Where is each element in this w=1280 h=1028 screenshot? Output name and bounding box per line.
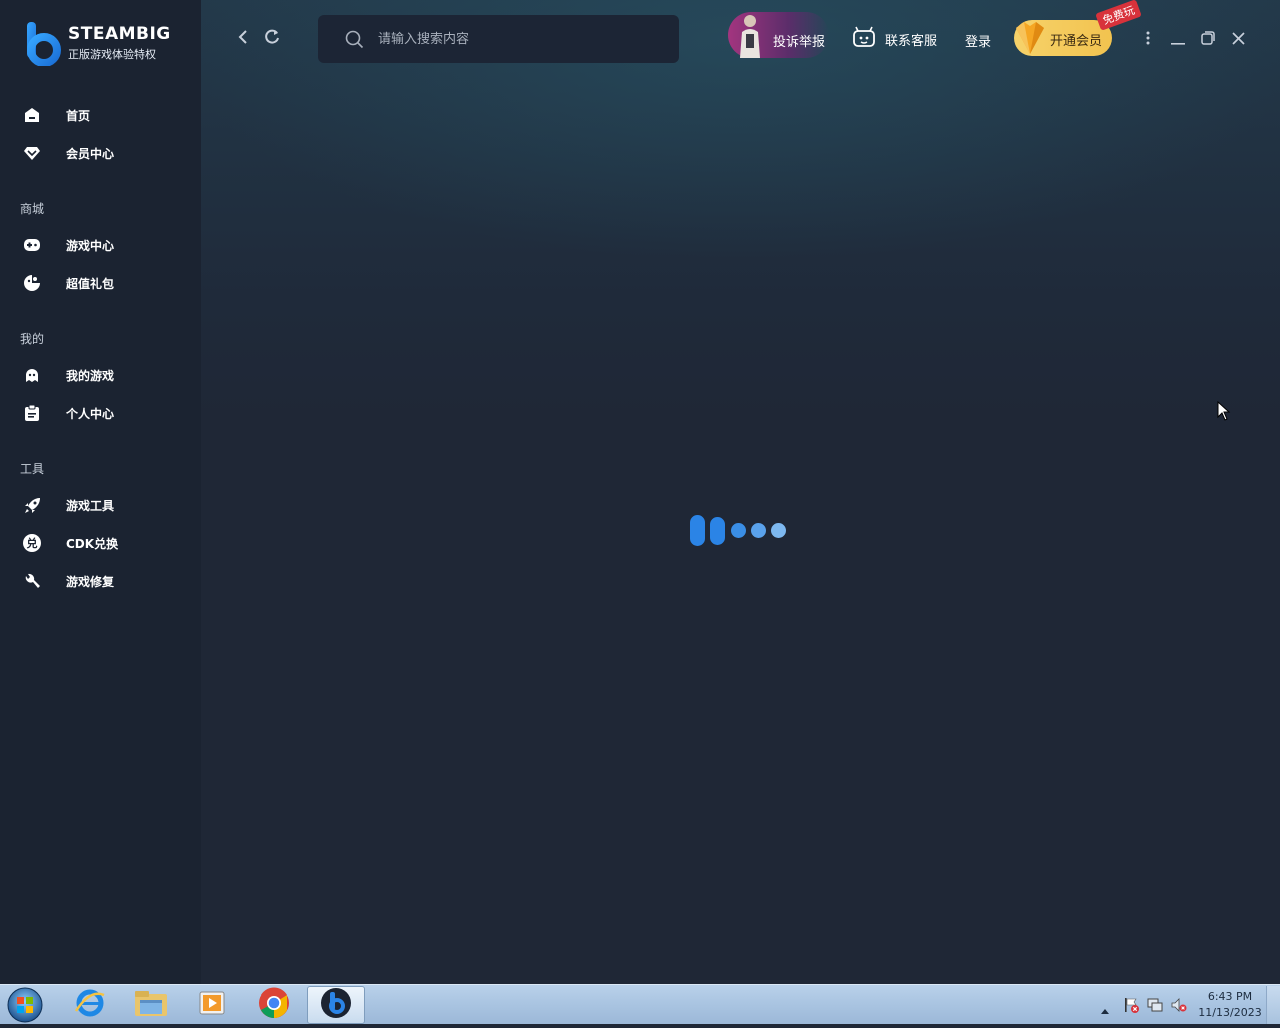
- sidebar-item-label: 个人中心: [66, 406, 115, 421]
- ie-icon: [74, 987, 106, 1023]
- chevron-left-icon: [237, 29, 249, 49]
- refresh-button[interactable]: [261, 28, 283, 50]
- sidebar-item-label: 首页: [66, 108, 91, 123]
- start-button[interactable]: [5, 986, 47, 1024]
- sidebar-item-label: 超值礼包: [66, 276, 115, 291]
- clock-time: 6:43 PM: [1207, 990, 1253, 1003]
- loading-indicator: [690, 515, 790, 547]
- loader-bar: [690, 515, 705, 546]
- restore-icon: [1201, 30, 1215, 49]
- vip-button[interactable]: 开通会员: [1014, 20, 1112, 56]
- loader-dot: [731, 523, 746, 538]
- diamond-icon: [23, 144, 41, 162]
- search-icon: [345, 30, 364, 53]
- home-icon: [23, 106, 41, 124]
- app-window: STEAMBIG 正版游戏体验特权 首页 会员中心 商城 游戏中心 超值礼包 我…: [0, 0, 1280, 984]
- taskbar-ie[interactable]: [61, 986, 119, 1024]
- taskbar-steambig[interactable]: [307, 986, 365, 1024]
- sidebar-item-label: CDK兑换: [66, 536, 119, 551]
- close-button[interactable]: [1227, 28, 1249, 50]
- taskbar: 6:43 PM 11/13/2023: [0, 984, 1280, 1024]
- rocket-icon: [23, 496, 41, 514]
- free-play-badge: 免费玩: [1095, 0, 1142, 31]
- minimize-icon: [1171, 30, 1185, 49]
- gamepad-icon: [23, 236, 41, 254]
- back-button[interactable]: [232, 28, 254, 50]
- action-center-flag-icon[interactable]: [1123, 997, 1139, 1013]
- more-menu-button[interactable]: [1137, 28, 1159, 50]
- sidebar-item-label: 游戏修复: [66, 574, 115, 589]
- brand-tagline: 正版游戏体验特权: [68, 48, 156, 61]
- section-label-mine: 我的: [20, 332, 45, 346]
- section-label-store: 商城: [20, 202, 45, 216]
- more-vertical-icon: [1146, 30, 1150, 49]
- character-icon: [732, 12, 768, 58]
- taskbar-chrome[interactable]: [245, 986, 303, 1024]
- robot-icon: [852, 26, 876, 52]
- wrench-icon: [23, 572, 41, 590]
- gem-icon: [1012, 18, 1048, 56]
- media-player-icon: [197, 988, 227, 1022]
- mouse-pointer-icon: [1217, 400, 1231, 421]
- clipboard-icon: [23, 404, 41, 422]
- svg-text:兑: 兑: [27, 536, 38, 550]
- taskbar-explorer[interactable]: [122, 986, 180, 1024]
- search-input[interactable]: [378, 29, 658, 49]
- show-desktop-button[interactable]: [1266, 986, 1280, 1024]
- explorer-icon: [134, 988, 168, 1022]
- sidebar-item-label: 我的游戏: [66, 368, 115, 383]
- loader-bar: [710, 517, 725, 545]
- network-icon[interactable]: [1147, 997, 1163, 1013]
- maximize-button[interactable]: [1197, 28, 1219, 50]
- loader-dot: [771, 523, 786, 538]
- sidebar-item-label: 游戏中心: [66, 238, 115, 253]
- brand-logo[interactable]: STEAMBIG 正版游戏体验特权: [22, 20, 171, 67]
- steambig-logo-icon: [22, 20, 62, 67]
- brand-name: STEAMBIG: [68, 24, 171, 44]
- tray-show-hidden-icon[interactable]: [1100, 1000, 1110, 1019]
- sidebar-item-label: 会员中心: [66, 146, 115, 161]
- chrome-icon: [258, 987, 290, 1023]
- loader-dot: [751, 523, 766, 538]
- sidebar-item-label: 游戏工具: [66, 498, 115, 513]
- sidebar-item-home[interactable]: 首页: [0, 97, 201, 133]
- vip-label: 开通会员: [1050, 34, 1103, 49]
- sidebar-item-my-games[interactable]: 我的游戏: [0, 357, 201, 393]
- ghost-icon: [23, 366, 41, 384]
- customer-service-button[interactable]: 联系客服: [852, 26, 937, 52]
- sidebar: STEAMBIG 正版游戏体验特权 首页 会员中心 商城 游戏中心 超值礼包 我…: [0, 0, 201, 984]
- customer-service-label: 联系客服: [885, 33, 938, 49]
- gift-icon: [23, 274, 41, 292]
- system-clock[interactable]: 6:43 PM 11/13/2023: [1196, 989, 1264, 1021]
- redeem-icon: 兑: [23, 534, 41, 552]
- close-icon: [1231, 30, 1245, 49]
- sidebar-item-vip-center[interactable]: 会员中心: [0, 135, 201, 171]
- login-button[interactable]: 登录: [965, 31, 991, 50]
- section-label-tools: 工具: [20, 462, 45, 476]
- sidebar-item-game-center[interactable]: 游戏中心: [0, 227, 201, 263]
- report-button[interactable]: 投诉举报: [728, 12, 829, 58]
- sidebar-item-game-repair[interactable]: 游戏修复: [0, 563, 201, 599]
- taskbar-media-player[interactable]: [183, 986, 241, 1024]
- main-content: 投诉举报 联系客服 登录 开通会员 免费玩: [201, 0, 1280, 984]
- report-label: 投诉举报: [773, 35, 826, 50]
- clock-date: 11/13/2023: [1198, 1006, 1262, 1019]
- refresh-icon: [263, 28, 281, 50]
- steambig-icon: [320, 987, 352, 1023]
- search-box[interactable]: [318, 15, 679, 63]
- top-bar: 投诉举报 联系客服 登录 开通会员 免费玩: [201, 0, 1280, 78]
- sidebar-item-game-tools[interactable]: 游戏工具: [0, 487, 201, 523]
- volume-muted-icon[interactable]: [1171, 997, 1187, 1013]
- sidebar-item-personal-center[interactable]: 个人中心: [0, 395, 201, 431]
- sidebar-item-cdk-redeem[interactable]: 兑 CDK兑换: [0, 525, 201, 561]
- sidebar-item-gift-packs[interactable]: 超值礼包: [0, 265, 201, 301]
- minimize-button[interactable]: [1167, 28, 1189, 50]
